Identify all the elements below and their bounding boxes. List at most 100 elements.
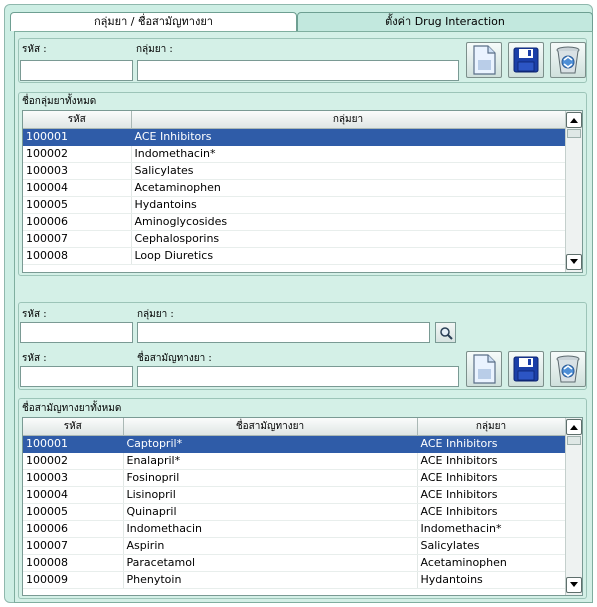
group-col-code[interactable]: รหัส: [23, 111, 132, 129]
cell-code: 100004: [23, 179, 132, 197]
table-row[interactable]: 100006 Aminoglycosides: [23, 213, 566, 231]
new-generic-button[interactable]: [466, 351, 502, 387]
generic-group-name-field[interactable]: [137, 322, 430, 343]
table-row[interactable]: 100003 Fosinopril ACE Inhibitors: [23, 469, 566, 487]
cell-code: 100009: [23, 571, 124, 589]
group-search-button[interactable]: [435, 322, 456, 343]
cell-code: 100005: [23, 503, 124, 521]
generic-code-label: รหัส :: [22, 353, 47, 364]
generic-col-code[interactable]: รหัส: [23, 418, 124, 436]
table-row[interactable]: 100003 Salicylates: [23, 162, 566, 180]
cell-group: Aminoglycosides: [131, 213, 566, 231]
cell-code: 100001: [23, 435, 124, 453]
generic-col-name[interactable]: ชื่อสามัญทางยา: [123, 418, 418, 436]
generic-edit-panel: รหัส : กลุ่มยา : รหัส : ชื่อสามัญทางยา :: [18, 302, 587, 390]
scroll-thumb[interactable]: [567, 436, 581, 445]
generic-list-title: ชื่อสามัญทางยาทั้งหมด: [22, 403, 122, 414]
cell-generic: Phenytoin: [123, 571, 418, 589]
table-row[interactable]: 100001 Captopril* ACE Inhibitors: [23, 435, 566, 453]
table-row[interactable]: 100005 Hydantoins: [23, 196, 566, 214]
table-row[interactable]: 100002 Enalapril* ACE Inhibitors: [23, 452, 566, 470]
cell-group: Indomethacin*: [417, 520, 566, 538]
scroll-down-button[interactable]: [566, 577, 582, 593]
cell-group: ACE Inhibitors: [417, 435, 566, 453]
cell-code: 100008: [23, 247, 132, 265]
new-document-icon: [473, 45, 496, 75]
scroll-down-button[interactable]: [566, 254, 582, 270]
group-code-label: รหัส :: [22, 44, 47, 55]
new-group-button[interactable]: [466, 42, 502, 78]
cell-group: Hydantoins: [131, 196, 566, 214]
cell-group: Hydantoins: [417, 571, 566, 589]
chevron-down-icon: [570, 582, 578, 587]
cell-group: Loop Diuretics: [131, 247, 566, 265]
scroll-up-button[interactable]: [566, 419, 582, 435]
table-row[interactable]: 100004 Lisinopril ACE Inhibitors: [23, 486, 566, 504]
generic-table-scrollbar[interactable]: [565, 418, 582, 595]
cell-code: 100003: [23, 469, 124, 487]
main-window: กลุ่มยา / ชื่อสามัญทางยา ตั้งค่า Drug In…: [4, 4, 593, 603]
group-col-name[interactable]: กลุ่มยา: [131, 111, 566, 129]
group-table-scrollbar[interactable]: [565, 111, 582, 272]
cell-code: 100004: [23, 486, 124, 504]
save-group-button[interactable]: [508, 42, 544, 78]
tab-drug-groups[interactable]: กลุ่มยา / ชื่อสามัญทางยา: [10, 12, 297, 31]
cell-group: ACE Inhibitors: [417, 452, 566, 470]
table-row[interactable]: 100004 Acetaminophen: [23, 179, 566, 197]
chevron-up-icon: [570, 425, 578, 430]
recycle-bin-icon: [556, 46, 580, 74]
cell-code: 100005: [23, 196, 132, 214]
scroll-up-button[interactable]: [566, 112, 582, 128]
cell-code: 100007: [23, 537, 124, 555]
scroll-thumb[interactable]: [567, 129, 581, 138]
chevron-up-icon: [570, 118, 578, 123]
cell-generic: Paracetamol: [123, 554, 418, 572]
generic-col-group[interactable]: กลุ่มยา: [417, 418, 566, 436]
cell-group: Acetaminophen: [131, 179, 566, 197]
group-code-field[interactable]: [20, 60, 133, 81]
generic-table: รหัส ชื่อสามัญทางยา กลุ่มยา 100001 Captop…: [22, 417, 583, 596]
tab-drug-interaction-settings[interactable]: ตั้งค่า Drug Interaction: [297, 12, 593, 31]
group-edit-panel: รหัส : กลุ่มยา :: [18, 38, 587, 83]
delete-generic-button[interactable]: [550, 351, 586, 387]
cell-group: ACE Inhibitors: [131, 128, 566, 146]
cell-code: 100006: [23, 520, 124, 538]
tab-bar: กลุ่มยา / ชื่อสามัญทางยา ตั้งค่า Drug In…: [10, 12, 593, 31]
cell-group: Salicylates: [417, 537, 566, 555]
cell-group: ACE Inhibitors: [417, 486, 566, 504]
generic-list-panel: ชื่อสามัญทางยาทั้งหมด รหัส ชื่อสามัญทางย…: [18, 398, 587, 599]
cell-code: 100001: [23, 128, 132, 146]
cell-code: 100007: [23, 230, 132, 248]
group-name-field[interactable]: [137, 60, 459, 81]
group-list-panel: ชื่อกลุ่มยาทั้งหมด รหัส กลุ่มยา 100001 AC…: [18, 92, 587, 276]
search-icon: [439, 326, 453, 340]
generic-group-code-field[interactable]: [20, 322, 133, 343]
cell-code: 100002: [23, 452, 124, 470]
generic-name-field[interactable]: [137, 366, 459, 387]
cell-generic: Indomethacin: [123, 520, 418, 538]
table-row[interactable]: 100001 ACE Inhibitors: [23, 128, 566, 146]
table-row[interactable]: 100008 Loop Diuretics: [23, 247, 566, 265]
group-list-title: ชื่อกลุ่มยาทั้งหมด: [22, 96, 97, 107]
cell-generic: Lisinopril: [123, 486, 418, 504]
generic-name-label: ชื่อสามัญทางยา :: [137, 353, 212, 364]
cell-group: Acetaminophen: [417, 554, 566, 572]
delete-group-button[interactable]: [550, 42, 586, 78]
cell-generic: Enalapril*: [123, 452, 418, 470]
cell-group: ACE Inhibitors: [417, 469, 566, 487]
generic-code-field[interactable]: [20, 366, 133, 387]
cell-code: 100003: [23, 162, 132, 180]
table-row[interactable]: 100007 Aspirin Salicylates: [23, 537, 566, 555]
cell-code: 100008: [23, 554, 124, 572]
save-generic-button[interactable]: [508, 351, 544, 387]
table-row[interactable]: 100002 Indomethacin*: [23, 145, 566, 163]
table-row[interactable]: 100006 Indomethacin Indomethacin*: [23, 520, 566, 538]
cell-generic: Fosinopril: [123, 469, 418, 487]
table-row[interactable]: 100005 Quinapril ACE Inhibitors: [23, 503, 566, 521]
cell-group: Salicylates: [131, 162, 566, 180]
table-row[interactable]: 100009 Phenytoin Hydantoins: [23, 571, 566, 589]
save-disk-icon: [513, 356, 539, 382]
table-row[interactable]: 100008 Paracetamol Acetaminophen: [23, 554, 566, 572]
cell-group: ACE Inhibitors: [417, 503, 566, 521]
table-row[interactable]: 100007 Cephalosporins: [23, 230, 566, 248]
